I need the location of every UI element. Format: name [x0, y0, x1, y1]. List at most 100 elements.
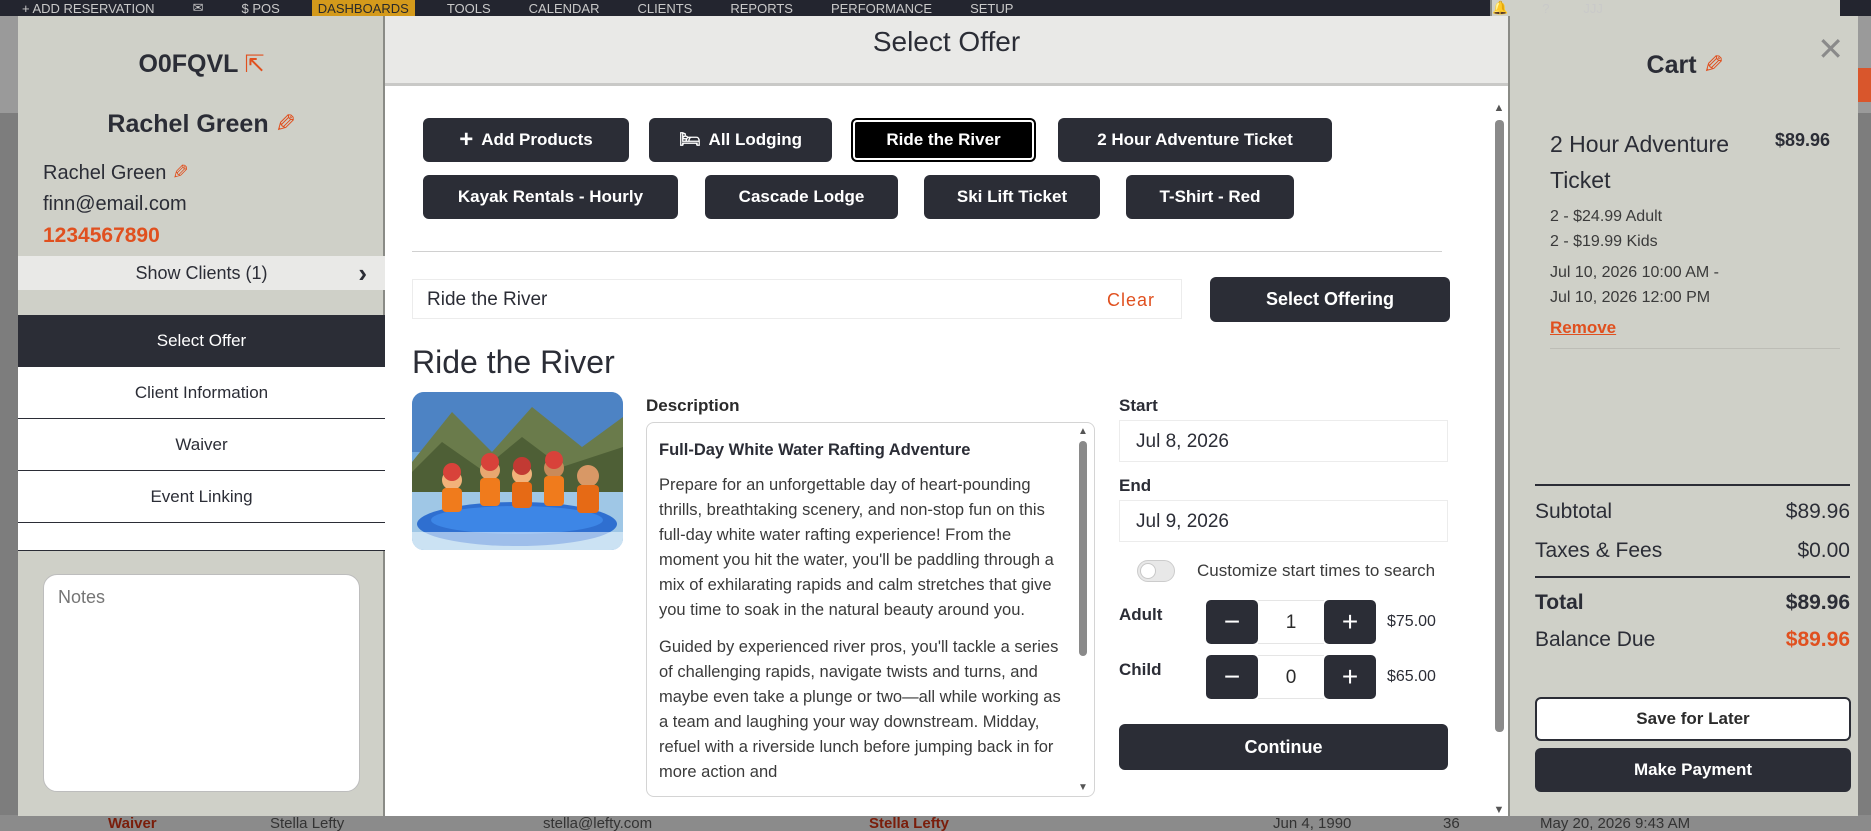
step-menu: Select Offer Client Information Waiver E… — [18, 315, 385, 551]
remove-item-link[interactable]: Remove — [1550, 318, 1840, 338]
notes-textarea[interactable] — [43, 574, 360, 792]
chip-add-products[interactable]: + Add Products — [423, 118, 629, 162]
plus-icon: + — [459, 126, 474, 153]
child-increment-button[interactable]: + — [1324, 655, 1376, 699]
description-scroll-thumb[interactable] — [1079, 441, 1087, 656]
cart-panel: ✕ Cart ✎ 2 Hour Adventure Ticket $89.96 2… — [1508, 16, 1858, 816]
start-label: Start — [1119, 396, 1158, 415]
toggle-knob — [1140, 563, 1156, 579]
chip-2-hour-adventure-ticket[interactable]: 2 Hour Adventure Ticket — [1058, 118, 1332, 162]
adult-quantity-input[interactable]: 1 — [1258, 600, 1324, 644]
nav-dashboards[interactable]: DASHBOARDS — [311, 0, 415, 16]
child-label: Child — [1119, 660, 1162, 679]
subtotal-value: $89.96 — [1785, 500, 1850, 523]
cart-item-price: $89.96 — [1774, 130, 1830, 150]
offer-search-input[interactable]: Ride the River Clear — [412, 279, 1182, 319]
end-date-input[interactable]: Jul 9, 2026 — [1119, 500, 1448, 542]
nav-right-tools: 🔔 ? JJJ — [1490, 0, 1840, 16]
chip-label: Kayak Rentals - Hourly — [457, 187, 644, 206]
adult-increment-button[interactable]: + — [1324, 600, 1376, 644]
bed-icon: 🛏 — [678, 130, 701, 149]
chip-all-lodging[interactable]: 🛏 All Lodging — [649, 118, 832, 162]
offer-panel-scrollbar[interactable]: ▲ ▼ — [1492, 102, 1506, 816]
external-link-icon[interactable]: ⇱ — [244, 51, 264, 78]
help-icon[interactable]: ? — [1542, 1, 1549, 16]
chip-ride-the-river[interactable]: Ride the River — [851, 118, 1036, 162]
chip-label: Ride the River — [886, 130, 1001, 149]
chip-ski-lift-ticket[interactable]: Ski Lift Ticket — [924, 175, 1100, 219]
edit-contact-pencil-icon[interactable]: ✎ — [172, 160, 189, 185]
nav-tools[interactable]: TOOLS — [441, 0, 497, 16]
cart-item-divider — [1550, 348, 1840, 349]
chip-label: Add Products — [481, 130, 593, 149]
offer-panel-title: Select Offer — [385, 16, 1508, 86]
background-accent — [1857, 68, 1871, 102]
nav-reports[interactable]: REPORTS — [724, 0, 799, 16]
nav-add-reservation[interactable]: + ADD RESERVATION — [16, 0, 161, 16]
cart-heading: Cart ✎ — [1510, 50, 1858, 80]
cart-item-dates: Jul 10, 2026 10:00 AM - Jul 10, 2026 12:… — [1550, 260, 1840, 310]
child-decrement-button[interactable]: − — [1206, 655, 1258, 699]
user-menu[interactable]: JJJ — [1583, 1, 1603, 16]
continue-button[interactable]: Continue — [1119, 724, 1448, 770]
description-box[interactable]: Full-Day White Water Rafting Adventure P… — [646, 422, 1095, 797]
description-heading: Full-Day White Water Rafting Adventure — [659, 441, 971, 459]
taxes-value: $0.00 — [1797, 539, 1850, 562]
balance-value: $89.96 — [1785, 628, 1850, 651]
chip-cascade-lodge[interactable]: Cascade Lodge — [705, 175, 898, 219]
total-row: Total $89.96 — [1535, 591, 1850, 615]
cart-item-lines: 2 - $24.99 Adult 2 - $19.99 Kids — [1550, 204, 1840, 254]
make-payment-button[interactable]: Make Payment — [1535, 748, 1851, 792]
client-panel: O0FQVL ⇱ Rachel Green ✎ Rachel Green ✎ finn… — [18, 16, 385, 816]
scroll-down-arrow-icon[interactable]: ▼ — [1078, 783, 1088, 793]
child-quantity-input[interactable]: 0 — [1258, 655, 1324, 699]
menu-event-linking[interactable]: Event Linking — [18, 471, 385, 523]
child-price: $65.00 — [1387, 668, 1436, 685]
edit-pencil-icon[interactable]: ✎ — [275, 109, 296, 139]
customize-times-toggle[interactable] — [1137, 560, 1175, 582]
bg-row-name: Stella Lefty — [869, 815, 950, 831]
show-clients-toggle[interactable]: Show Clients (1) › — [18, 256, 385, 290]
menu-select-offer[interactable]: Select Offer — [18, 315, 385, 367]
nav-clients[interactable]: CLIENTS — [631, 0, 698, 16]
nav-performance[interactable]: PERFORMANCE — [825, 0, 938, 16]
rafting-photo-image — [412, 392, 623, 550]
save-for-later-button[interactable]: Save for Later — [1535, 697, 1851, 741]
nav-calendar[interactable]: CALENDAR — [523, 0, 606, 16]
summary-mid-divider — [1535, 576, 1850, 578]
reservation-code-text: O0FQVL — [138, 50, 239, 78]
menu-client-information[interactable]: Client Information — [18, 367, 385, 419]
nav-pos[interactable]: $ POS — [235, 0, 285, 16]
bell-icon[interactable]: 🔔 — [1492, 0, 1508, 16]
start-date-input[interactable]: Jul 8, 2026 — [1119, 420, 1448, 462]
panel-scroll-down-icon[interactable]: ▼ — [1492, 804, 1506, 816]
chip-label: T-Shirt - Red — [1159, 187, 1261, 206]
client-heading: Rachel Green ✎ — [18, 109, 385, 139]
show-clients-label: Show Clients (1) — [135, 263, 268, 283]
summary-top-divider — [1535, 484, 1850, 486]
chip-t-shirt-red[interactable]: T-Shirt - Red — [1126, 175, 1294, 219]
bg-row-client: Stella Lefty — [270, 815, 345, 831]
reservation-code: O0FQVL ⇱ — [18, 50, 385, 79]
clear-search-button[interactable]: Clear — [1107, 280, 1155, 320]
adult-decrement-button[interactable]: − — [1206, 600, 1258, 644]
offer-photo — [412, 392, 623, 550]
end-label: End — [1119, 476, 1152, 495]
search-value: Ride the River — [427, 289, 548, 310]
nav-setup[interactable]: SETUP — [964, 0, 1019, 16]
total-label: Total — [1535, 591, 1584, 614]
description-scrollbar[interactable]: ▲ ▼ — [1078, 427, 1088, 793]
contact-name: Rachel Green ✎ — [43, 160, 189, 185]
menu-waiver[interactable]: Waiver — [18, 419, 385, 471]
cart-item: 2 Hour Adventure Ticket $89.96 2 - $24.9… — [1550, 126, 1840, 349]
bg-row-email: stella@lefty.com — [543, 815, 653, 831]
select-offering-button[interactable]: Select Offering — [1210, 277, 1450, 322]
nav-mail-icon[interactable]: ✉ — [187, 0, 210, 16]
panel-scroll-up-icon[interactable]: ▲ — [1492, 102, 1506, 114]
chip-kayak-rentals[interactable]: Kayak Rentals - Hourly — [423, 175, 678, 219]
bg-row-age: 36 — [1443, 815, 1460, 831]
menu-blank-item — [18, 523, 385, 551]
panel-scroll-thumb[interactable] — [1494, 120, 1504, 732]
edit-cart-pencil-icon[interactable]: ✎ — [1703, 50, 1724, 80]
scroll-up-arrow-icon[interactable]: ▲ — [1078, 427, 1088, 437]
